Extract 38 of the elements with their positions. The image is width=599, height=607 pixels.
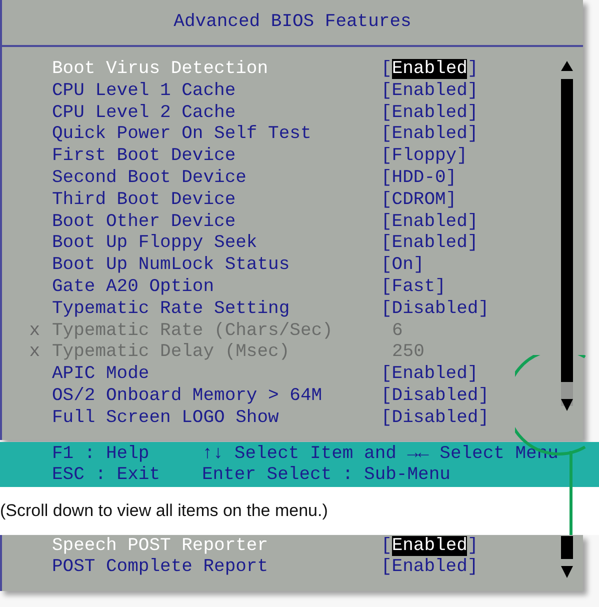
setting-label[interactable]: Full Screen LOGO Show	[52, 408, 381, 430]
setting-value[interactable]: [HDD-0]	[381, 168, 457, 190]
setting-value[interactable]: [Disabled]	[381, 386, 490, 408]
setting-value[interactable]: [Disabled]	[381, 408, 490, 430]
setting-value[interactable]: [Enabled]	[381, 212, 478, 234]
setting-value[interactable]: [CDROM]	[381, 190, 457, 212]
scrollbar[interactable]	[559, 536, 575, 580]
key-hint: ESC : Exit	[52, 465, 162, 488]
setting-value[interactable]: [On]	[381, 255, 424, 277]
setting-value[interactable]: [Enabled]	[381, 557, 478, 580]
setting-label[interactable]: First Boot Device	[52, 146, 381, 168]
setting-label[interactable]: Quick Power On Self Test	[52, 124, 381, 146]
setting-label[interactable]: CPU Level 1 Cache	[52, 80, 381, 103]
disabled-marker: x	[28, 320, 41, 342]
screen-title: Advanced BIOS Features	[174, 11, 412, 34]
setting-label[interactable]: POST Complete Report	[52, 557, 381, 580]
setting-label[interactable]: APIC Mode	[52, 364, 381, 386]
caption: (Scroll down to view all items on the menu.)	[0, 500, 328, 522]
setting-value[interactable]: [Fast]	[381, 276, 446, 299]
setting-value[interactable]: [Enabled]	[381, 102, 478, 124]
setting-label[interactable]: Boot Up Floppy Seek	[52, 233, 381, 256]
setting-value[interactable]: [Disabled]	[381, 298, 490, 321]
setting-label[interactable]: Gate A20 Option	[52, 276, 381, 299]
key-hint: Enter Select : Sub-Menu	[202, 465, 450, 488]
setting-label[interactable]: Second Boot Device	[52, 168, 381, 190]
setting-label[interactable]: OS/2 Onboard Memory > 64M	[52, 386, 381, 408]
setting-value[interactable]: [Enabled]	[381, 124, 478, 146]
setting-label[interactable]: Boot Up NumLock Status	[52, 255, 381, 277]
setting-value[interactable]: [Enabled]	[381, 233, 478, 256]
setting-label[interactable]: CPU Level 2 Cache	[52, 102, 381, 124]
setting-label[interactable]: Boot Other Device	[52, 212, 381, 234]
key-hint: F1 : Help	[52, 444, 150, 466]
setting-value[interactable]: [Enabled]	[381, 80, 478, 103]
setting-value[interactable]: [Floppy]	[381, 146, 468, 168]
setting-label[interactable]: Typematic Rate Setting	[52, 298, 381, 321]
setting-value[interactable]: [Enabled]	[381, 364, 478, 386]
setting-label[interactable]: Third Boot Device	[52, 190, 381, 212]
disabled-marker: x	[28, 342, 41, 364]
